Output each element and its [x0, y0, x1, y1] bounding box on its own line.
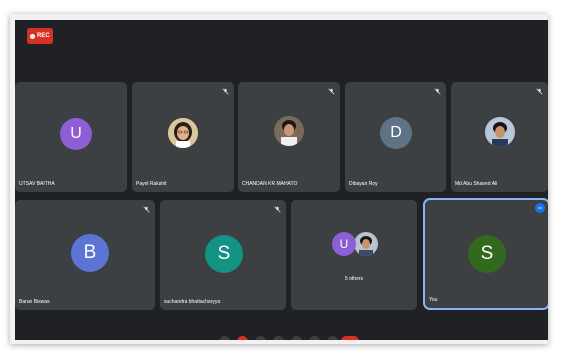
avatar-initial: U [339, 237, 349, 251]
others-count: 5 others [344, 276, 364, 282]
self-tile[interactable]: S You [423, 198, 548, 310]
camera-button[interactable] [237, 336, 248, 340]
participant-name: Barun Biswas [19, 299, 50, 305]
present-button[interactable] [291, 336, 302, 340]
mic-off-icon [141, 204, 151, 214]
mic-off-icon [534, 86, 544, 96]
others-tile[interactable]: U 5 others [291, 200, 417, 310]
participant-tile[interactable]: Md Abu Shaeed Ali [451, 82, 548, 192]
participant-tile[interactable]: S suchandra bhattacharyya [160, 200, 286, 310]
participant-tile[interactable]: Payel Rakshit [132, 82, 234, 192]
avatar-initial: U [70, 125, 82, 142]
participant-name: You [429, 297, 438, 303]
avatar: S [468, 235, 506, 273]
participant-name: Payel Rakshit [136, 181, 167, 187]
avatar-photo [168, 118, 198, 148]
participant-tile[interactable]: CHANDAN KR MAHATO [238, 82, 340, 192]
participant-name: UTSAV BAITHA [19, 181, 55, 187]
recording-label: REC [37, 33, 50, 39]
avatar: D [380, 117, 412, 149]
avatar-photo [354, 232, 378, 256]
captions-button[interactable] [255, 336, 266, 340]
avatar: S [205, 235, 243, 273]
record-dot-icon [30, 33, 35, 39]
participant-name: CHANDAN KR MAHATO [242, 181, 298, 187]
avatar-initial: S [480, 243, 494, 264]
raise-hand-button[interactable] [309, 336, 320, 340]
mic-button[interactable] [219, 336, 230, 340]
more-options-button[interactable] [327, 336, 338, 340]
participant-tile[interactable]: U UTSAV BAITHA [15, 82, 127, 192]
participant-name: Dibayan Roy [349, 181, 378, 187]
reactions-button[interactable] [273, 336, 284, 340]
avatar: U [60, 118, 92, 150]
avatar-photo [274, 116, 304, 146]
participant-name: Md Abu Shaeed Ali [455, 181, 498, 187]
avatar: U [332, 232, 356, 256]
participant-tile[interactable]: B Barun Biswas [15, 200, 155, 310]
avatar-initial: S [217, 243, 231, 264]
pin-icon[interactable] [535, 203, 545, 213]
avatar-initial: B [83, 242, 97, 263]
mic-off-icon [272, 204, 282, 214]
mic-off-icon [326, 86, 336, 96]
recording-badge: REC [27, 28, 53, 44]
avatar-photo [485, 117, 515, 147]
mic-off-icon [220, 86, 230, 96]
control-bar [15, 331, 548, 340]
mic-off-icon [432, 86, 442, 96]
participant-name: suchandra bhattacharyya [164, 299, 221, 305]
end-call-button[interactable] [341, 336, 359, 340]
avatar: B [71, 234, 109, 272]
participant-tile[interactable]: D Dibayan Roy [345, 82, 446, 192]
meeting-window: REC U UTSAV BAITHA Payel Rakshit CHANDAN… [15, 20, 548, 340]
avatar-initial: D [390, 124, 402, 141]
